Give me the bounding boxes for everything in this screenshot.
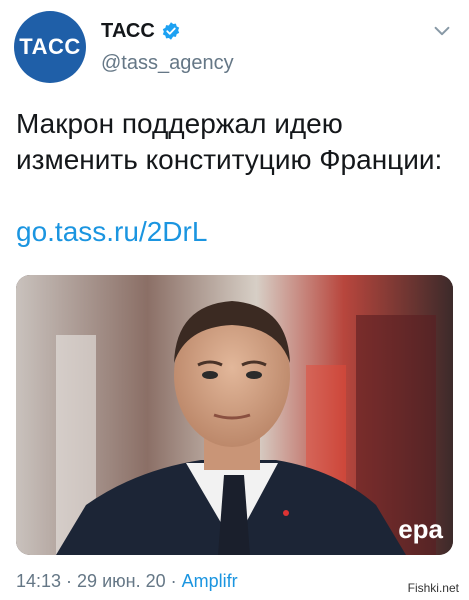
chevron-down-icon[interactable] — [431, 20, 453, 42]
tweet-source[interactable]: Amplifr — [182, 571, 238, 591]
photo-illustration — [16, 275, 453, 555]
photo-credit: epa — [398, 514, 443, 544]
avatar-logo-text: TACC — [19, 34, 81, 59]
meta-separator: · — [61, 571, 78, 591]
user-handle[interactable]: @tass_agency — [101, 52, 234, 75]
name-row: ТАСС — [101, 16, 181, 46]
tweet-text: Макрон поддержал идею изменить конституц… — [16, 108, 443, 175]
display-name[interactable]: ТАСС — [101, 20, 155, 43]
tweet-photo[interactable]: epa — [16, 275, 453, 555]
watermark: Fishki.net — [403, 580, 463, 596]
tweet-link[interactable]: go.tass.ru/2DrL — [16, 214, 207, 250]
verified-badge-icon — [162, 22, 179, 40]
tweet-time[interactable]: 14:13 — [16, 571, 61, 591]
avatar[interactable]: TACC — [14, 11, 86, 83]
tweet-date[interactable]: 29 июн. 20 — [77, 571, 166, 591]
tweet-meta: 14:13 · 29 июн. 20 · Amplifr — [16, 571, 238, 592]
tweet-header: TACC ТАСС @tass_agency — [0, 0, 469, 90]
meta-separator: · — [165, 571, 182, 591]
